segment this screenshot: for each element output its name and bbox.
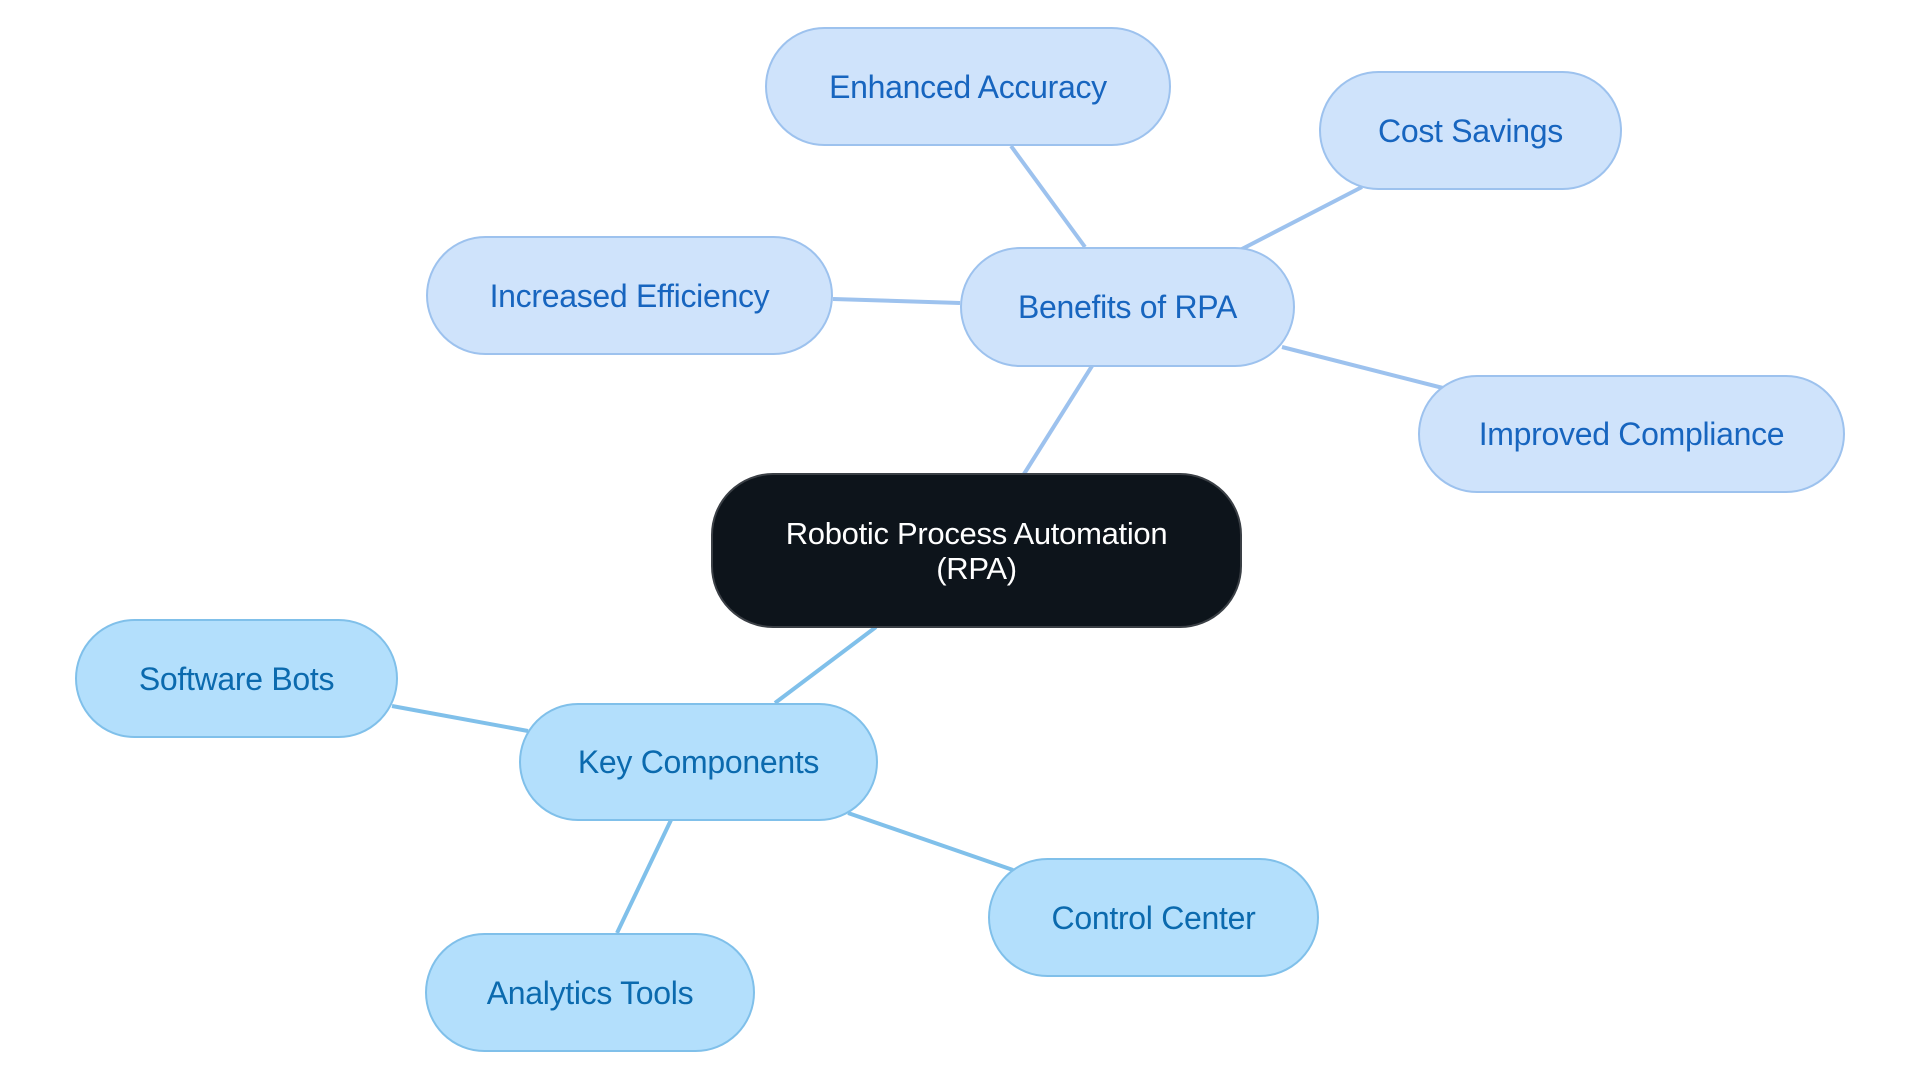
edge-root-components xyxy=(773,625,878,705)
leaf-node-improved-compliance-label: Improved Compliance xyxy=(1478,416,1785,452)
leaf-node-software-bots[interactable]: Software Bots xyxy=(75,619,398,738)
leaf-node-increased-efficiency[interactable]: Increased Efficiency xyxy=(426,236,833,355)
leaf-node-control-center[interactable]: Control Center xyxy=(988,858,1319,977)
leaf-node-analytics-tools[interactable]: Analytics Tools xyxy=(425,933,755,1052)
leaf-node-improved-compliance[interactable]: Improved Compliance xyxy=(1418,375,1845,493)
branch-node-benefits-label: Benefits of RPA xyxy=(1017,289,1238,325)
branch-node-benefits[interactable]: Benefits of RPA xyxy=(960,247,1295,367)
root-node-label: Robotic Process Automation (RPA) xyxy=(785,515,1168,586)
edge-benefits-increased-efficiency xyxy=(832,297,961,305)
leaf-node-cost-savings[interactable]: Cost Savings xyxy=(1319,71,1622,190)
leaf-node-increased-efficiency-label: Increased Efficiency xyxy=(489,277,770,314)
leaf-node-cost-savings-label: Cost Savings xyxy=(1378,112,1563,149)
root-node[interactable]: Robotic Process Automation (RPA) xyxy=(711,473,1242,628)
edge-benefits-cost-savings xyxy=(1239,185,1363,252)
branch-node-key-components-label: Key Components xyxy=(577,744,820,780)
edge-benefits-improved-compliance xyxy=(1281,345,1444,390)
leaf-node-analytics-tools-label: Analytics Tools xyxy=(486,974,694,1011)
edge-components-analytics-tools xyxy=(615,819,673,934)
leaf-node-enhanced-accuracy[interactable]: Enhanced Accuracy xyxy=(765,27,1171,146)
edge-benefits-enhanced-accuracy xyxy=(1009,144,1087,249)
edge-components-software-bots xyxy=(391,704,529,733)
edge-components-control-center xyxy=(847,811,1014,872)
leaf-node-enhanced-accuracy-label: Enhanced Accuracy xyxy=(829,68,1107,105)
edge-root-benefits xyxy=(1022,364,1094,476)
branch-node-key-components[interactable]: Key Components xyxy=(519,703,878,821)
leaf-node-control-center-label: Control Center xyxy=(1051,899,1256,936)
leaf-node-software-bots-label: Software Bots xyxy=(138,660,335,697)
